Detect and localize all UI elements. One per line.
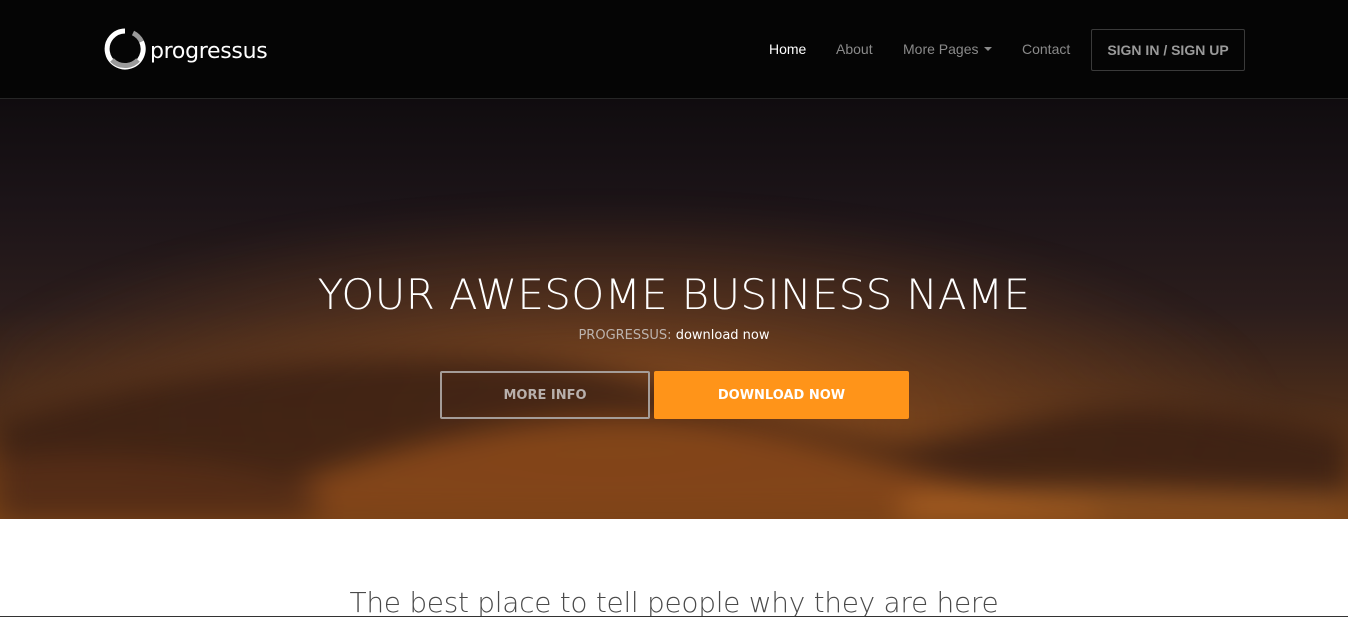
- hero-section: YOUR AWESOME BUSINESS NAME PROGRESSUS: d…: [0, 99, 1348, 519]
- nav-item-more-pages[interactable]: More Pages: [903, 41, 993, 57]
- hero-title: YOUR AWESOME BUSINESS NAME: [317, 270, 1031, 319]
- hero-subtitle-brand: PROGRESSUS:: [578, 328, 672, 343]
- nav-item-contact[interactable]: Contact: [1022, 41, 1070, 57]
- navbar: progressus Home About More Pages Contact…: [0, 0, 1348, 99]
- download-now-button[interactable]: DOWNLOAD NOW: [654, 371, 909, 419]
- hero-subtitle-text: download now: [675, 328, 770, 343]
- brand-link[interactable]: progressus: [104, 27, 268, 71]
- nav-item-home[interactable]: Home: [769, 41, 806, 57]
- nav-item-more-pages-label: More Pages: [903, 41, 979, 57]
- ring-logo-icon: [104, 28, 146, 70]
- hero-subtitle: PROGRESSUS: download now: [0, 328, 1348, 343]
- brand-name: progressus: [150, 38, 268, 64]
- section-tagline: The best place to tell people why they a…: [349, 586, 999, 617]
- sign-in-button[interactable]: SIGN IN / SIGN UP: [1091, 29, 1245, 71]
- more-info-button[interactable]: MORE INFO: [440, 371, 650, 419]
- nav-item-about[interactable]: About: [836, 41, 873, 57]
- caret-down-icon: [984, 47, 993, 52]
